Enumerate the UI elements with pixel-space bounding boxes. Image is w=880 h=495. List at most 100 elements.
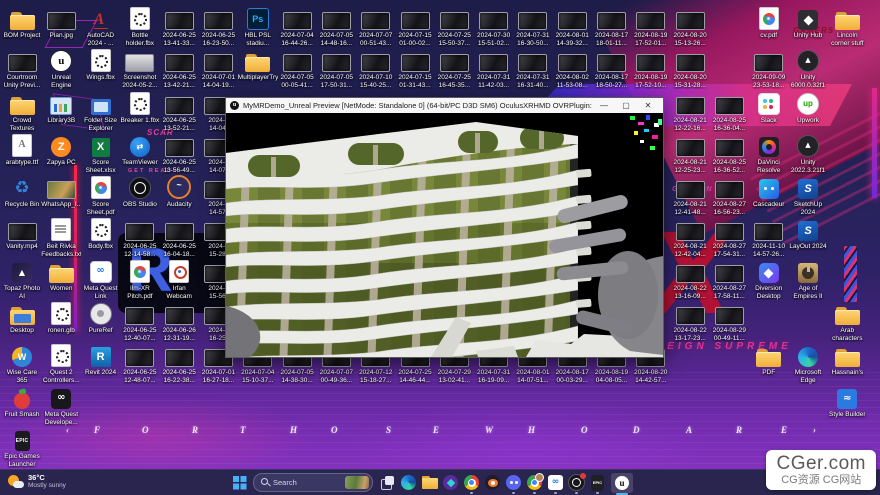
desktop-icon-folder-size-explorer[interactable]: Folder Size Explorer bbox=[81, 93, 121, 132]
desktop-icon-hassnain-s[interactable]: Hassnain's bbox=[827, 345, 867, 377]
desktop-icon-2024-07-30-15-51-02[interactable]: 2024-07-30 15-51-02... bbox=[474, 8, 514, 47]
desktop-icon-cascadeur[interactable]: Cascadeur bbox=[749, 177, 789, 209]
desktop-icon-2024-07-01-14-04-19[interactable]: 2024-07-01 14-04-19... bbox=[199, 50, 239, 89]
desktop-icon-2024-06-25-16-22-38[interactable]: 2024-06-25 16-22-38... bbox=[159, 345, 199, 384]
desktop-icon-2024-07-31-16-30-50[interactable]: 2024-07-31 16-30-50... bbox=[513, 8, 553, 47]
desktop-icon-whatsapp-i[interactable]: WhatsApp_I... bbox=[41, 177, 81, 209]
desktop-icon-vanity-mp4[interactable]: Vanity.mp4 bbox=[2, 219, 42, 251]
desktop-icon-2024-07-31-16-31-40[interactable]: 2024-07-31 16-31-40... bbox=[513, 50, 553, 89]
desktop-icon-2024-07-10-15-40-25[interactable]: 2024-07-10 15-40-25... bbox=[356, 50, 396, 89]
desktop-icon-2024-07-05-14-48-16[interactable]: 2024-07-05 14-48-16... bbox=[316, 8, 356, 47]
desktop-icon-screenshot-2024-05-2[interactable]: Screenshot 2024-05-2... bbox=[120, 50, 160, 89]
desktop-icon-quest-2-controllers[interactable]: Quest 2 Controllers... bbox=[41, 345, 81, 384]
taskbar-icon-chrome-profile[interactable] bbox=[526, 473, 543, 493]
desktop-icon-autocad-2024[interactable]: AAutoCAD 2024 - ... bbox=[81, 8, 121, 47]
desktop-icon-body-fbx[interactable]: Body.fbx bbox=[81, 219, 121, 251]
desktop-icon-beit-rivka-feedbacks-txt[interactable]: Beit Rivka Feedbacks.txt bbox=[41, 219, 81, 258]
desktop-icon-unreal-engine[interactable]: uUnreal Engine bbox=[41, 50, 81, 89]
desktop-icon-upwork[interactable]: upUpwork bbox=[788, 93, 828, 125]
desktop-icon-courtroom-unity-previ[interactable]: Courtroom Unity Previ... bbox=[2, 50, 42, 89]
desktop-icon-davinci-resolve[interactable]: DaVinci Resolve bbox=[749, 135, 789, 174]
desktop-icon-slack[interactable]: Slack bbox=[749, 93, 789, 125]
desktop-icon-bom-project[interactable]: BOM Project bbox=[2, 8, 42, 40]
desktop-icon-microsoft-edge[interactable]: Microsoft Edge bbox=[788, 345, 828, 384]
desktop-icon-arabtype-ttf[interactable]: Aarabtype.ttf bbox=[2, 135, 42, 167]
desktop-icon-teamviewer[interactable]: ⇄TeamViewer bbox=[120, 135, 160, 167]
desktop-icon-multiplayertry[interactable]: MultiplayerTry bbox=[238, 50, 278, 82]
desktop-icon-unity-2022-3-21f1[interactable]: ▲Unity 2022.3.21f1 bbox=[788, 135, 828, 174]
window-titlebar[interactable]: u MyMRDemo_Unreal Preview [NetMode: Stan… bbox=[226, 98, 663, 113]
desktop-icon-2024-08-27-16-56-23[interactable]: 2024-08-27 16-56-23... bbox=[709, 177, 749, 216]
desktop-icon-2024-07-05-00-05-41[interactable]: 2024-07-05 00-05-41... bbox=[277, 50, 317, 89]
desktop-icon-2024-06-25-13-41-33[interactable]: 2024-06-25 13-41-33... bbox=[159, 8, 199, 47]
start-button[interactable] bbox=[232, 473, 247, 493]
desktop-icon-library3b[interactable]: Library3B bbox=[41, 93, 81, 125]
desktop-icon-age-of-empires-ii[interactable]: Age of Empires II bbox=[788, 261, 828, 300]
desktop-icon-2024-08-25-16-36-04[interactable]: 2024-08-25 16-36-04... bbox=[709, 93, 749, 132]
desktop-icon-2024-08-17-18-50-27[interactable]: 2024-08-17 18-50-27... bbox=[592, 50, 632, 89]
desktop-icon-2024-09-09-23-53-18[interactable]: 2024-09-09 23-53-18... bbox=[749, 50, 789, 89]
desktop-icon-irfan-webcam[interactable]: Irfan Webcam bbox=[159, 261, 199, 300]
desktop-icon-2024-08-21-12-42-04[interactable]: 2024-08-21 12-42-04... bbox=[670, 219, 710, 258]
desktop-icon-2024-08-21-12-22-16[interactable]: 2024-08-21 12-22-16... bbox=[670, 93, 710, 132]
desktop-icon-layout-2024[interactable]: SLayOut 2024 bbox=[788, 219, 828, 251]
weather-widget[interactable]: 36°C Mostly sunny bbox=[8, 473, 66, 490]
desktop-icon-arab-characters[interactable]: Arab characters bbox=[827, 303, 867, 342]
search-input[interactable]: Search bbox=[253, 473, 373, 492]
desktop-icon-2024-11-10-14-57-26[interactable]: 2024-11-10 14-57-26... bbox=[749, 219, 789, 258]
desktop-icon-lincoln-corner-stuff[interactable]: Lincoln corner stuff bbox=[827, 8, 867, 47]
desktop-icon-2024-08-22-13-17-23[interactable]: 2024-08-22 13-17-23... bbox=[670, 303, 710, 342]
desktop-icon-crowd-textures[interactable]: Crowd Textures bbox=[2, 93, 42, 132]
desktop-icon-2024-08-21-12-41-48[interactable]: 2024-08-21 12-41-48... bbox=[670, 177, 710, 216]
maximize-button[interactable]: ▢ bbox=[615, 98, 637, 113]
taskbar-icon-discord[interactable] bbox=[505, 473, 522, 493]
desktop-icon-fruit-smash[interactable]: Fruit Smash bbox=[2, 387, 42, 419]
desktop-icon-pureref[interactable]: PureRef bbox=[81, 303, 121, 335]
desktop-icon-2024-07-25-16-45-35[interactable]: 2024-07-25 16-45-35... bbox=[434, 50, 474, 89]
desktop-icon-2024-08-20-15-13-26[interactable]: 2024-08-20 15-13-26... bbox=[670, 8, 710, 47]
desktop-icon-2024-06-25-12-48-07[interactable]: 2024-06-25 12-48-07... bbox=[120, 345, 160, 384]
desktop-icon-2024-08-21-12-25-23[interactable]: 2024-08-21 12-25-23... bbox=[670, 135, 710, 174]
desktop-icon-meta-quest-develope[interactable]: ∞Meta Quest Develope... bbox=[41, 387, 81, 426]
desktop-icon-2024-08-19-17-52-10[interactable]: 2024-08-19 17-52-10... bbox=[631, 50, 671, 89]
desktop-icon-score-sheet-xlsx[interactable]: XScore Sheet.xlsx bbox=[81, 135, 121, 174]
desktop-icon-2024-08-22-13-16-09[interactable]: 2024-08-22 13-16-09... bbox=[670, 261, 710, 300]
desktop-icon-2024-08-19-17-52-01[interactable]: 2024-08-19 17-52-01... bbox=[631, 8, 671, 47]
desktop-icon-style-builder[interactable]: ≈Style Builder bbox=[827, 387, 867, 419]
desktop-icon-2024-07-04-16-44-26[interactable]: 2024-07-04 16-44-26... bbox=[277, 8, 317, 47]
taskbar-icon-edge[interactable] bbox=[400, 473, 417, 493]
desktop-icon-2024-06-26-12-31-19[interactable]: 2024-06-26 12-31-19... bbox=[159, 303, 199, 342]
desktop-icon-2024-07-15-01-31-43[interactable]: 2024-07-15 01-31-43... bbox=[395, 50, 435, 89]
desktop-icon-zapya-pc[interactable]: ZZapya PC bbox=[41, 135, 81, 167]
desktop-icon-epic-games-launcher[interactable]: EPICEpic Games Launcher bbox=[2, 429, 42, 468]
desktop-icon-unity-hub[interactable]: Unity Hub bbox=[788, 8, 828, 40]
desktop-icon-women[interactable]: Women bbox=[41, 261, 81, 293]
taskbar-icon-meta-quest-link[interactable]: ∞ bbox=[547, 473, 564, 493]
desktop-icon-2024-06-25-16-04-18[interactable]: 2024-06-25 16-04-18... bbox=[159, 219, 199, 258]
desktop-icon-audacity[interactable]: ~Audacity bbox=[159, 177, 199, 209]
desktop-icon-topaz-photo-ai[interactable]: ▲Topaz Photo AI bbox=[2, 261, 42, 300]
taskbar-icon-blender[interactable] bbox=[484, 473, 501, 493]
desktop-icon-cv-pdf[interactable]: cv.pdf bbox=[749, 8, 789, 40]
desktop-icon-wise-care-365[interactable]: WWise Care 365 bbox=[2, 345, 42, 384]
desktop-icon-sketchup-2024[interactable]: SSketchUp 2024 bbox=[788, 177, 828, 216]
desktop-icon-diversion-desktop[interactable]: Diversion Desktop bbox=[749, 261, 789, 300]
desktop-icon-ilm-xr-pitch-pdf[interactable]: Ilm-XR Pitch.pdf bbox=[120, 261, 160, 300]
desktop-icon-2024-07-07-00-51-43[interactable]: 2024-07-07 00-51-43... bbox=[356, 8, 396, 47]
desktop-icon-breaker-1-fbx[interactable]: Breaker 1.fbx bbox=[120, 93, 160, 125]
desktop-icon-recycle-bin[interactable]: ♻Recycle Bin bbox=[2, 177, 42, 209]
minimize-button[interactable]: — bbox=[593, 98, 615, 113]
desktop-icon-pdf[interactable]: PDF bbox=[749, 345, 789, 377]
unreal-preview-window[interactable]: u MyMRDemo_Unreal Preview [NetMode: Stan… bbox=[225, 97, 664, 358]
desktop-icon-2024-07-05-17-50-31[interactable]: 2024-07-05 17-50-31... bbox=[316, 50, 356, 89]
desktop-icon-2024-06-25-12-14-58[interactable]: 2024-06-25 12-14-58... bbox=[120, 219, 160, 258]
taskbar-icon-file-explorer[interactable] bbox=[421, 473, 438, 493]
desktop-icon-wings-fbx[interactable]: Wings.fbx bbox=[81, 50, 121, 82]
desktop-icon-2024-08-27-17-54-31[interactable]: 2024-08-27 17-54-31... bbox=[709, 219, 749, 258]
desktop-icon-obs-studio[interactable]: OBS Studio bbox=[120, 177, 160, 209]
desktop-icon-2024-08-17-18-01-11[interactable]: 2024-08-17 18-01-11... bbox=[592, 8, 632, 47]
desktop-icon-2024-07-31-11-42-03[interactable]: 2024-07-31 11-42-03... bbox=[474, 50, 514, 89]
desktop-icon-score-sheet-pdf[interactable]: Score Sheet.pdf bbox=[81, 177, 121, 216]
3d-viewport[interactable] bbox=[226, 113, 663, 357]
desktop-icon-2024-06-25-13-42-21[interactable]: 2024-06-25 13-42-21... bbox=[159, 50, 199, 89]
